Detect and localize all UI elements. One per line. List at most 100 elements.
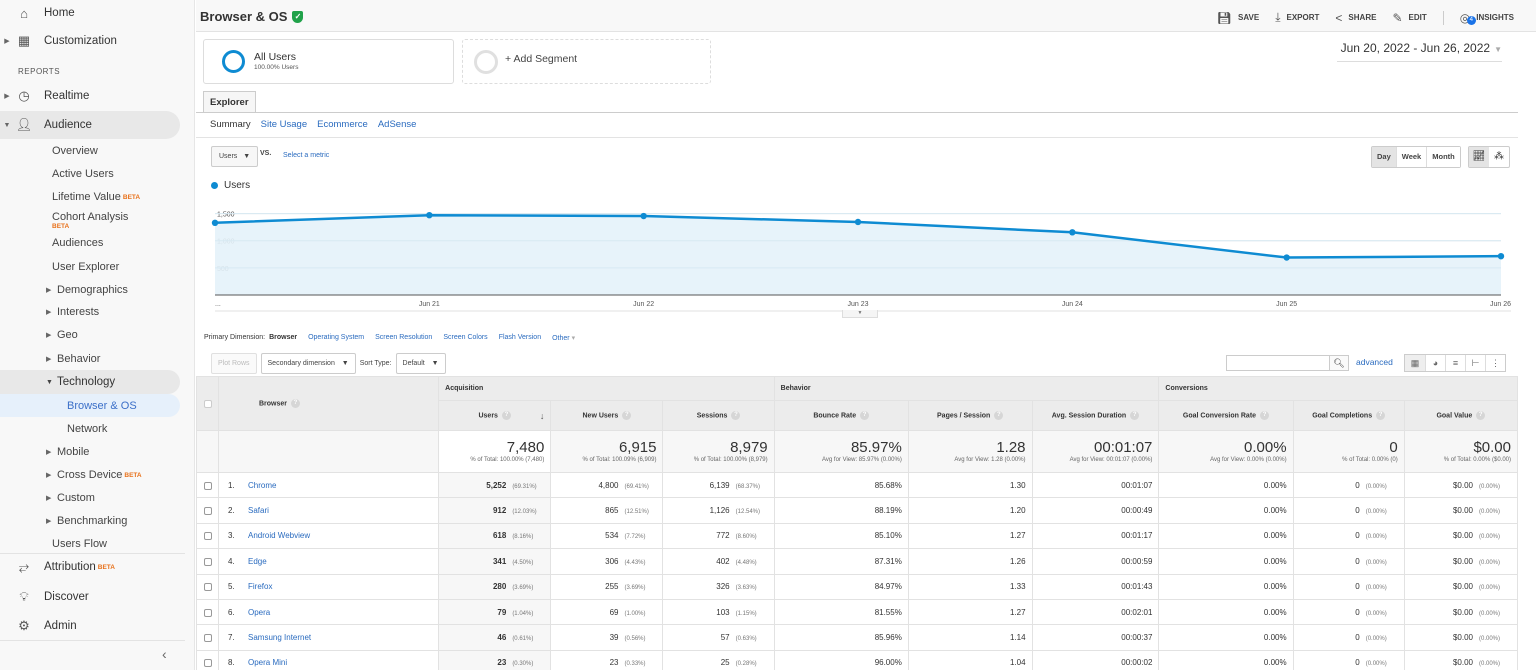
sidebar-item-discover[interactable]: 💡︎ Discover bbox=[0, 584, 180, 610]
dimension-screen-colors[interactable]: Screen Colors bbox=[443, 334, 487, 342]
subtab-summary[interactable]: Summary bbox=[210, 119, 251, 130]
insights-button[interactable]: ◎ 4 INSIGHTS bbox=[1460, 11, 1514, 25]
help-icon[interactable]: ? bbox=[994, 411, 1004, 420]
dimension-header[interactable]: Browser? bbox=[217, 376, 440, 431]
sidebar-item-admin[interactable]: ⚙ Admin bbox=[0, 613, 180, 639]
column-header[interactable]: Pages / Session? bbox=[907, 400, 1033, 431]
column-header[interactable]: Bounce Rate? bbox=[773, 400, 909, 431]
sidebar-item-geo[interactable]: ▶ Geo bbox=[46, 322, 78, 348]
dimension-screen-resolution[interactable]: Screen Resolution bbox=[375, 334, 432, 342]
caret-right-icon: ▶ bbox=[4, 93, 10, 100]
column-header[interactable]: Sessions? bbox=[662, 400, 775, 431]
help-icon[interactable]: ? bbox=[731, 411, 741, 420]
period-week-button[interactable]: Week bbox=[1395, 147, 1427, 167]
sidebar-item-realtime[interactable]: ▶ ◷ Realtime bbox=[0, 83, 180, 109]
help-icon[interactable]: ? bbox=[1130, 411, 1140, 420]
dimension-other-dropdown[interactable]: Other ▾ bbox=[552, 334, 575, 342]
metric-select[interactable]: Users ▼ bbox=[211, 146, 259, 167]
browser-link[interactable]: Chrome bbox=[248, 481, 276, 490]
table-search-input[interactable] bbox=[1226, 355, 1330, 371]
column-header[interactable]: Avg. Session Duration? bbox=[1031, 400, 1160, 431]
performance-bar-icon[interactable]: ≡ bbox=[1445, 355, 1465, 371]
data-table-icon[interactable]: ▦ bbox=[1405, 355, 1425, 371]
select-metric-link[interactable]: Select a metric bbox=[283, 152, 329, 159]
row-checkbox[interactable] bbox=[204, 506, 212, 515]
dimension-operating-system[interactable]: Operating System bbox=[308, 334, 364, 342]
sidebar-item-customization[interactable]: ▶ ▦ Customization bbox=[0, 28, 180, 54]
help-icon[interactable]: ? bbox=[291, 399, 301, 408]
caret-right-icon: ▶ bbox=[46, 309, 52, 316]
subtab-adsense[interactable]: AdSense bbox=[378, 119, 417, 130]
browser-link[interactable]: Edge bbox=[248, 557, 267, 566]
row-checkbox[interactable] bbox=[204, 481, 212, 490]
browser-link[interactable]: Android Webview bbox=[248, 531, 310, 540]
column-header[interactable]: Goal Value? bbox=[1403, 400, 1519, 431]
period-day-button[interactable]: Day bbox=[1372, 147, 1396, 167]
help-icon[interactable]: ? bbox=[860, 411, 870, 420]
row-checkbox[interactable] bbox=[204, 608, 212, 617]
sidebar-item-technology[interactable]: ▼ Technology bbox=[0, 370, 180, 394]
sidebar-item-audience[interactable]: ▼ 👤︎ Audience bbox=[0, 111, 180, 139]
total-value: 00:01:07 bbox=[1094, 439, 1153, 456]
collapse-sidebar-button[interactable]: ‹ bbox=[162, 646, 167, 662]
browser-link[interactable]: Opera Mini bbox=[248, 658, 287, 667]
dimension-browser[interactable]: Browser bbox=[269, 334, 297, 342]
caret-right-icon: ▶ bbox=[46, 518, 52, 525]
pivot-icon[interactable]: ⋮ bbox=[1485, 355, 1505, 371]
search-icon[interactable]: 🔍︎ bbox=[1329, 355, 1349, 371]
help-icon[interactable]: ? bbox=[622, 411, 632, 420]
row-checkbox[interactable] bbox=[204, 583, 212, 592]
comparison-icon[interactable]: ⊢ bbox=[1465, 355, 1485, 371]
column-header[interactable]: Goal Completions? bbox=[1292, 400, 1405, 431]
segment-all-users[interactable]: All Users 100.00% Users bbox=[203, 39, 454, 84]
sidebar-item-browser-os[interactable]: Browser & OS bbox=[0, 394, 180, 417]
subtab-ecommerce[interactable]: Ecommerce bbox=[317, 119, 368, 130]
motion-chart-icon[interactable]: ⁂ bbox=[1489, 147, 1509, 167]
share-button[interactable]: < SHARE bbox=[1335, 11, 1376, 25]
sidebar-item-behavior[interactable]: ▶ Behavior bbox=[46, 346, 100, 372]
column-header[interactable]: Users? ↓ bbox=[438, 400, 552, 431]
export-button[interactable]: ⤓ EXPORT bbox=[1275, 10, 1319, 25]
chart-resize-handle[interactable]: ▼ bbox=[842, 310, 878, 318]
row-checkbox[interactable] bbox=[204, 659, 212, 668]
help-icon[interactable]: ? bbox=[1260, 411, 1270, 420]
period-month-button[interactable]: Month bbox=[1426, 147, 1460, 167]
sidebar-item-attribution[interactable]: ⥂ Attribution BETA bbox=[0, 554, 180, 580]
browser-link[interactable]: Opera bbox=[248, 608, 270, 617]
line-chart-icon[interactable]: 📈︎ bbox=[1469, 147, 1489, 167]
sidebar-item-network[interactable]: Network bbox=[0, 416, 180, 442]
help-icon[interactable]: ? bbox=[1376, 411, 1386, 420]
subtab-site-usage[interactable]: Site Usage bbox=[261, 119, 307, 130]
sidebar-item-cohort-analysis[interactable]: Cohort Analysis BETA bbox=[52, 204, 128, 230]
pie-chart-icon[interactable]: ◕ bbox=[1425, 355, 1445, 371]
date-range-picker[interactable]: Jun 20, 2022 - Jun 26, 2022 ▼ bbox=[1336, 41, 1502, 62]
browser-link[interactable]: Samsung Internet bbox=[248, 633, 311, 642]
sort-type-select[interactable]: Default ▼ bbox=[395, 353, 446, 374]
dimension-flash-version[interactable]: Flash Version bbox=[499, 334, 541, 342]
browser-link[interactable]: Safari bbox=[248, 506, 269, 515]
page-title: Browser & OS ✓ bbox=[200, 9, 304, 24]
help-icon[interactable]: ? bbox=[1476, 411, 1486, 420]
save-button[interactable]: 💾︎ SAVE bbox=[1217, 11, 1259, 25]
add-segment-button[interactable]: + Add Segment bbox=[462, 39, 711, 84]
caret-right-icon: ▶ bbox=[46, 495, 52, 502]
select-all-checkbox[interactable] bbox=[203, 399, 212, 408]
sidebar-item-audiences[interactable]: Audiences bbox=[52, 230, 103, 256]
column-header[interactable]: New Users? bbox=[550, 400, 664, 431]
data-point bbox=[426, 212, 433, 219]
browser-link[interactable]: Firefox bbox=[248, 582, 272, 591]
tab-explorer[interactable]: Explorer bbox=[203, 91, 256, 113]
help-icon[interactable]: ? bbox=[501, 411, 511, 420]
plot-rows-button[interactable]: Plot Rows bbox=[211, 353, 257, 374]
sessions-cell: 25 (0.28%) bbox=[662, 649, 775, 670]
edit-button[interactable]: ✎ EDIT bbox=[1392, 11, 1426, 25]
advanced-filter-link[interactable]: advanced bbox=[1356, 357, 1393, 367]
sidebar-item-home[interactable]: ⌂ Home bbox=[0, 0, 180, 26]
table-row: 8. Opera Mini 23 (0.30%) 23 (0.33%) 25 (0.28… bbox=[196, 649, 1519, 670]
avg-session-duration-cell: 00:01:43 bbox=[1031, 573, 1160, 600]
row-checkbox[interactable] bbox=[204, 633, 212, 642]
row-checkbox[interactable] bbox=[204, 557, 212, 566]
row-checkbox[interactable] bbox=[204, 532, 212, 541]
column-header[interactable]: Goal Conversion Rate? bbox=[1158, 400, 1294, 431]
secondary-dimension-select[interactable]: Secondary dimension ▼ bbox=[260, 353, 356, 374]
